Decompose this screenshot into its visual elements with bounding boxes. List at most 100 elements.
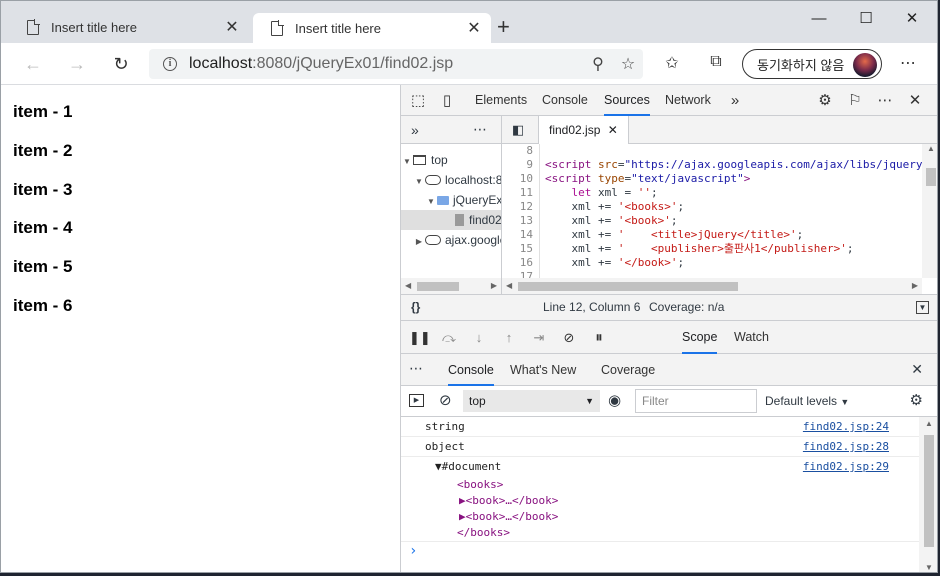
back-icon[interactable]: ← — [19, 51, 47, 77]
tab-sources[interactable]: Sources — [604, 85, 650, 116]
xml-node[interactable]: ▶<book>…</book> — [401, 493, 919, 509]
xml-node[interactable]: </books> — [401, 525, 919, 542]
editor-file-tab[interactable]: find02.jsp ✕ — [538, 116, 629, 144]
address-bar[interactable]: i localhost:8080/jQueryEx01/find02.jsp ⚲… — [149, 49, 643, 79]
tab-watch[interactable]: Watch — [734, 321, 769, 354]
console-prompt[interactable]: › — [401, 542, 919, 560]
close-file-icon[interactable]: ✕ — [608, 123, 618, 137]
drawer-tab-coverage[interactable]: Coverage — [601, 354, 655, 386]
code-line: 16 xml += '</book>'; — [502, 256, 922, 270]
editor-horizontal-scrollbar[interactable]: ◀ ▶ — [502, 278, 922, 294]
eye-icon[interactable]: ◉ — [608, 391, 621, 409]
tree-item-ajax[interactable]: ▶ajax.googleapis.com — [401, 230, 501, 250]
refresh-icon[interactable]: ↻ — [107, 51, 135, 77]
url-path: :8080/jQueryEx01/find02.jsp — [252, 55, 454, 72]
filter-input[interactable]: Filter — [635, 389, 757, 413]
info-icon[interactable]: i — [163, 57, 177, 71]
zoom-icon[interactable]: ⚲ — [583, 54, 613, 74]
list-item: item - 2 — [13, 140, 73, 160]
feedback-icon[interactable]: ⚐ — [845, 91, 865, 111]
pretty-print-icon[interactable]: {} — [411, 295, 420, 320]
list-item: item - 1 — [13, 102, 73, 121]
forward-icon[interactable]: → — [63, 51, 91, 77]
tab-2[interactable]: Insert title here ✕ — [253, 13, 491, 43]
levels-label: Default levels — [765, 394, 838, 408]
tab-elements[interactable]: Elements — [475, 85, 527, 116]
line-number[interactable]: 8 — [502, 144, 540, 158]
drawer-menu-icon[interactable]: ⋯ — [409, 360, 423, 377]
step-out-icon[interactable]: ↑ — [499, 329, 519, 347]
step-over-icon[interactable]: ⤼ — [439, 329, 459, 347]
more-tabs-icon[interactable]: » — [725, 91, 745, 111]
line-number[interactable]: 14 — [502, 228, 540, 242]
line-number[interactable]: 9 — [502, 158, 540, 172]
tree-item-top[interactable]: ▼ top — [401, 150, 501, 170]
settings-gear-icon[interactable]: ⚙ — [815, 91, 835, 111]
close-drawer-icon[interactable]: ✕ — [911, 361, 923, 378]
new-tab-icon[interactable]: + — [497, 15, 510, 39]
minimize-icon[interactable]: — — [796, 7, 842, 33]
tab-console[interactable]: Console — [542, 85, 588, 116]
toggle-navigator-icon[interactable]: ◧ — [512, 122, 524, 138]
tab-close-icon[interactable]: ✕ — [463, 18, 485, 38]
line-code: <script type="text/javascript"> — [545, 172, 751, 185]
line-number[interactable]: 11 — [502, 186, 540, 200]
console-output[interactable]: string find02.jsp:24 object find02.jsp:28 … — [401, 417, 919, 572]
tree-item-folder[interactable]: ▼jQueryEx01 — [401, 190, 501, 210]
step-into-icon[interactable]: ↓ — [469, 329, 489, 347]
close-devtools-icon[interactable]: ✕ — [905, 91, 925, 111]
inspect-element-icon[interactable]: ⬚ — [408, 91, 428, 111]
clear-console-icon[interactable]: ⊘ — [439, 391, 452, 409]
context-value: top — [469, 394, 486, 408]
tab-network[interactable]: Network — [665, 85, 711, 116]
line-number[interactable]: 16 — [502, 256, 540, 270]
drawer-tab-whats-new[interactable]: What's New — [510, 354, 576, 386]
toggle-sidebar-icon[interactable]: ▼ — [916, 301, 929, 314]
log-levels-dropdown[interactable]: Default levels ▼ — [765, 394, 849, 408]
step-icon[interactable]: ⇥ — [529, 329, 549, 347]
console-message[interactable]: ▼#document find02.jsp:29 — [401, 457, 919, 477]
xml-node[interactable]: <books> — [401, 477, 919, 493]
tab-scope[interactable]: Scope — [682, 321, 718, 354]
more-panes-icon[interactable]: » — [411, 122, 419, 138]
line-number[interactable]: 10 — [502, 172, 540, 186]
message-text: object — [425, 440, 465, 453]
show-sidebar-icon[interactable]: ▶ — [409, 394, 424, 407]
code-line: 11 let xml = ''; — [502, 186, 922, 200]
console-settings-icon[interactable]: ⚙ — [910, 391, 923, 409]
navigator-scrollbar[interactable]: ◀ ▶ — [401, 278, 501, 294]
code-area[interactable]: 8 9 <script src="https://ajax.googleapis.c… — [502, 144, 922, 278]
drawer-tab-console[interactable]: Console — [448, 354, 494, 386]
context-select[interactable]: top ▼ — [463, 390, 600, 412]
favorite-star-icon[interactable]: ☆ — [613, 54, 643, 74]
source-link[interactable]: find02.jsp:28 — [803, 437, 889, 457]
editor-vertical-scrollbar[interactable]: ▲ — [922, 144, 937, 278]
line-number[interactable]: 17 — [502, 270, 540, 278]
tree-item-localhost[interactable]: ▼localhost:8080 — [401, 170, 501, 190]
deactivate-breakpoints-icon[interactable]: ⊘ — [559, 329, 579, 347]
navigator-menu-icon[interactable]: ⋯ — [473, 121, 487, 138]
collections-icon[interactable]: ⧉ — [703, 53, 729, 75]
xml-node[interactable]: ▶<book>…</book> — [401, 509, 919, 525]
line-number[interactable]: 12 — [502, 200, 540, 214]
maximize-icon[interactable]: ☐ — [843, 7, 889, 33]
device-toolbar-icon[interactable]: ▯ — [437, 91, 457, 111]
source-link[interactable]: find02.jsp:24 — [803, 417, 889, 437]
close-window-icon[interactable]: ✕ — [889, 7, 935, 33]
profile-sync-button[interactable]: 동기화하지 않음 — [742, 49, 882, 79]
favorites-icon[interactable]: ✩ — [659, 53, 685, 75]
url-text[interactable]: localhost:8080/jQueryEx01/find02.jsp — [189, 55, 583, 73]
line-number[interactable]: 15 — [502, 242, 540, 256]
pause-icon[interactable]: ❚❚ — [409, 329, 431, 347]
tree-item-file[interactable]: find02.jsp — [401, 210, 501, 230]
source-link[interactable]: find02.jsp:29 — [803, 457, 889, 477]
pause-on-exceptions-icon[interactable]: ⏸ — [589, 329, 609, 347]
line-code: xml += ' <title>jQuery</title>'; — [545, 228, 804, 241]
more-menu-icon[interactable]: ⋯ — [895, 53, 921, 75]
more-options-icon[interactable]: ⋯ — [875, 91, 895, 111]
line-number[interactable]: 13 — [502, 214, 540, 228]
tab-1[interactable]: Insert title here ✕ — [9, 11, 249, 43]
console-message: object find02.jsp:28 — [401, 437, 919, 457]
tab-close-icon[interactable]: ✕ — [221, 17, 243, 37]
console-scrollbar[interactable]: ▲ ▼ — [919, 417, 937, 572]
